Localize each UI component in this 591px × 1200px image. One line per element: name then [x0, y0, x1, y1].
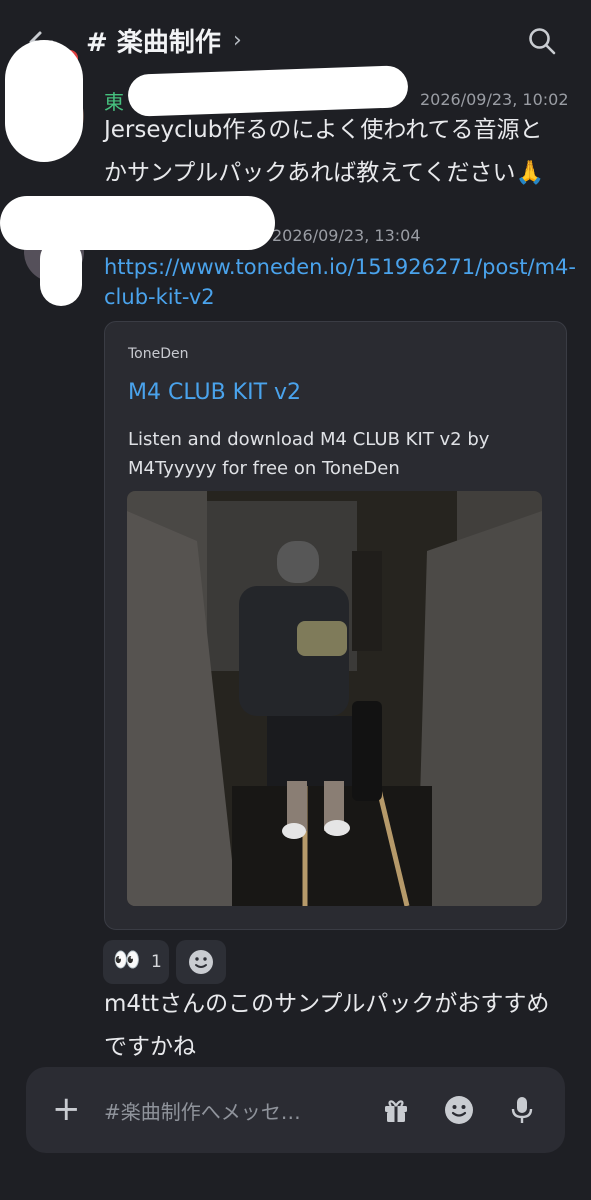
- search-icon[interactable]: [527, 26, 557, 56]
- add-reaction-button[interactable]: [176, 940, 226, 984]
- embed-description: Listen and download M4 CLUB KIT v2 by M4…: [128, 425, 528, 483]
- message-input[interactable]: #楽曲制作へメッセ…: [104, 1096, 301, 1125]
- embed-photo[interactable]: [127, 491, 542, 906]
- redaction-mark: [40, 238, 82, 306]
- link-line[interactable]: https://www.toneden.io/151926271/post/m4…: [104, 252, 576, 282]
- message-line: Jerseyclub作るのによく使われてる音源と: [104, 117, 543, 143]
- reaction-count: 1: [151, 952, 162, 972]
- emoji-icon[interactable]: [444, 1095, 474, 1125]
- message-link[interactable]: https://www.toneden.io/151926271/post/m4…: [104, 252, 576, 312]
- channel-title[interactable]: # 楽曲制作: [86, 22, 221, 59]
- message-line: かサンプルパックあれば教えてください🙏: [104, 160, 545, 186]
- chevron-right-icon[interactable]: ›: [233, 28, 242, 53]
- message-line: ですかね: [104, 1034, 196, 1060]
- embed-description-line: Listen and download M4 CLUB KIT v2 by: [128, 429, 490, 450]
- reaction-eyes[interactable]: 👀 1: [103, 940, 169, 984]
- message-timestamp: 2026/09/23, 13:04: [272, 226, 421, 245]
- message-text: Jerseyclub作るのによく使われてる音源と かサンプルパックあれば教えてく…: [104, 109, 544, 195]
- add-reaction-icon: [189, 950, 213, 974]
- redaction-mark: [5, 40, 83, 162]
- message-timestamp: 2026/09/23, 10:02: [420, 90, 569, 109]
- embed-provider: ToneDen: [128, 346, 189, 362]
- message-text: m4ttさんのこのサンプルパックがおすすめ ですかね: [104, 983, 549, 1069]
- embed-title[interactable]: M4 CLUB KIT v2: [128, 380, 301, 405]
- embed-description-line: M4Tyyyyy for free on ToneDen: [128, 458, 400, 479]
- microphone-icon[interactable]: [510, 1095, 534, 1125]
- redaction-mark: [0, 196, 275, 250]
- reaction-emoji: 👀: [113, 948, 141, 973]
- gift-icon[interactable]: [382, 1096, 410, 1124]
- message-line: m4ttさんのこのサンプルパックがおすすめ: [104, 991, 550, 1017]
- plus-icon[interactable]: +: [52, 1092, 81, 1126]
- link-line[interactable]: club-kit-v2: [104, 282, 576, 312]
